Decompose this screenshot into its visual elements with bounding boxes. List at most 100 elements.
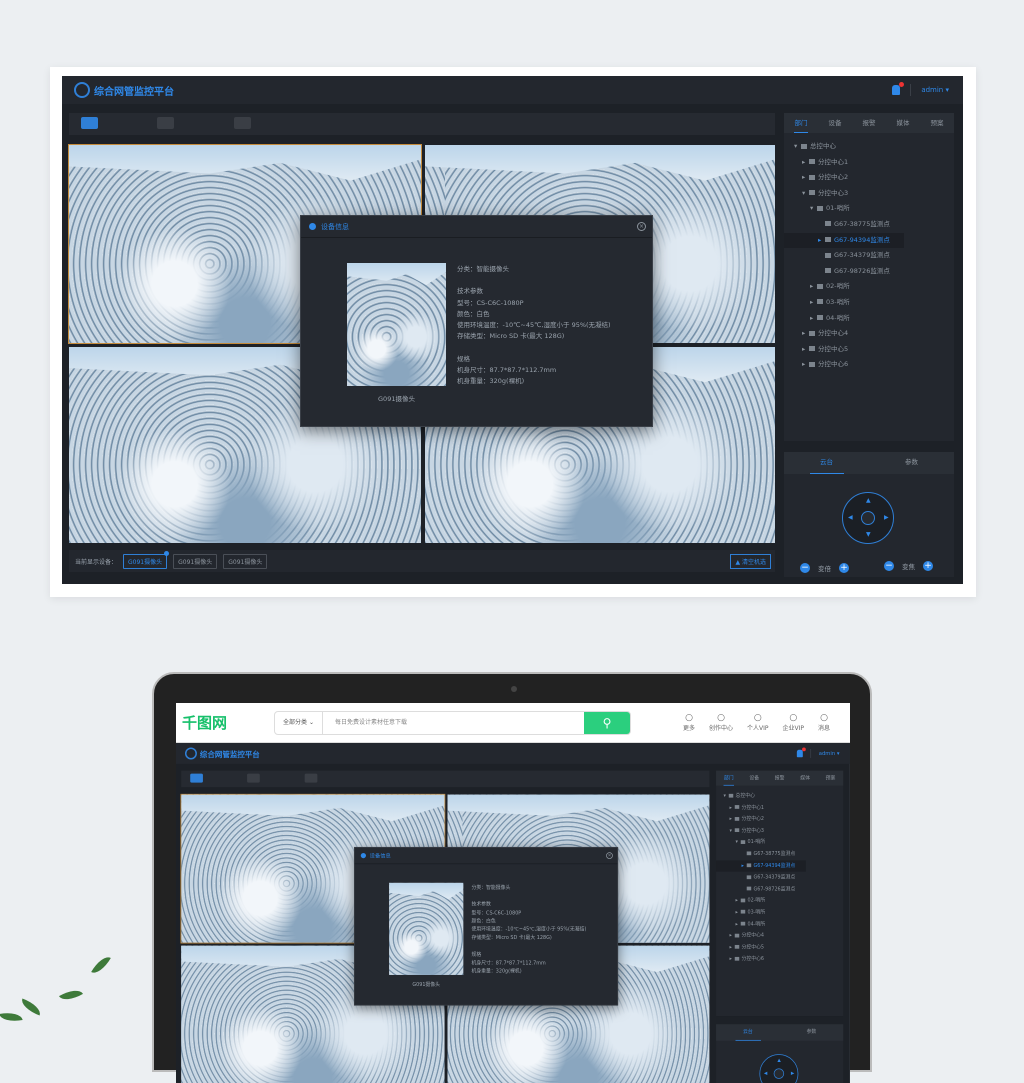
left-arrow-icon[interactable]: ◀ bbox=[848, 514, 853, 521]
layout-single-icon[interactable] bbox=[190, 773, 203, 783]
center-button[interactable] bbox=[773, 1068, 785, 1079]
zoom-in-icon[interactable]: + bbox=[839, 563, 849, 573]
tab-device[interactable]: 设备 bbox=[818, 113, 852, 133]
focus-label: 变焦 bbox=[902, 563, 915, 571]
tab-ptz[interactable]: 云台 bbox=[784, 452, 869, 474]
right-arrow-icon[interactable]: ▶ bbox=[884, 514, 889, 521]
device-chip[interactable]: G091摄像头 bbox=[223, 553, 268, 569]
tree-node[interactable]: ▸ 分控中心6 bbox=[716, 953, 843, 965]
tree-node[interactable]: G67-38775监测点 bbox=[784, 217, 954, 233]
tree-node[interactable]: ▸ 分控中心2 bbox=[784, 170, 954, 186]
down-arrow-icon[interactable]: ▼ bbox=[866, 531, 871, 538]
tree-node[interactable]: ▸ 分控中心1 bbox=[784, 155, 954, 171]
tab-alarm[interactable]: 报警 bbox=[767, 771, 792, 786]
up-arrow-icon[interactable]: ▲ bbox=[866, 497, 871, 504]
left-arrow-icon[interactable]: ◀ bbox=[764, 1071, 767, 1076]
tab-params[interactable]: 参数 bbox=[780, 1024, 844, 1040]
category-label: 全部分类 bbox=[283, 718, 308, 726]
node-label: G67-94394监测点 bbox=[834, 235, 890, 244]
site-logo[interactable]: 千图网 bbox=[182, 712, 274, 733]
node-icon bbox=[734, 956, 740, 961]
close-icon[interactable]: × bbox=[606, 852, 613, 859]
tree-node[interactable]: ▸ G67-94394监测点 bbox=[716, 860, 806, 872]
zoom-label: 变倍 bbox=[818, 565, 831, 573]
username: admin bbox=[921, 86, 944, 94]
tree-node[interactable]: G67-38775监测点 bbox=[716, 848, 843, 860]
tree-node[interactable]: ▸ 04-哨所 bbox=[716, 918, 843, 930]
tree-node[interactable]: ▸ 04-哨所 bbox=[784, 311, 954, 327]
tree-node[interactable]: G67-34379监测点 bbox=[716, 872, 843, 884]
close-icon[interactable]: × bbox=[637, 222, 646, 231]
tree-node[interactable]: ▸ 分控中心6 bbox=[784, 357, 954, 373]
spec-line: 使用环境温度：-10℃~45℃,湿度小于 95%(无凝结) bbox=[471, 926, 587, 933]
preview-card: 综合网管监控平台 admin ▾ 当前显示设备： G091摄像头 G091摄像头… bbox=[50, 67, 976, 597]
spec-line: 颜色：白色 bbox=[471, 917, 496, 924]
ptz-joystick[interactable]: ▲ ▼ ◀ ▶ bbox=[842, 492, 894, 544]
tree-node[interactable]: ▸ 分控中心1 bbox=[716, 802, 843, 814]
node-label: 分控中心1 bbox=[818, 157, 849, 166]
layout-nine-icon[interactable] bbox=[234, 117, 251, 129]
tree-node[interactable]: ▸ 分控中心4 bbox=[784, 326, 954, 342]
up-arrow-icon[interactable]: ▲ bbox=[777, 1058, 780, 1063]
tab-media[interactable]: 媒体 bbox=[886, 113, 920, 133]
category-select[interactable]: 全部分类 ⌄ bbox=[275, 711, 323, 734]
center-button[interactable] bbox=[861, 511, 875, 525]
tab-media[interactable]: 媒体 bbox=[792, 771, 817, 786]
tree-node[interactable]: ▸ 02-哨所 bbox=[784, 279, 954, 295]
site-link[interactable]: ○ 创作中心 bbox=[709, 713, 733, 732]
device-chip[interactable]: G091摄像头 bbox=[123, 550, 170, 569]
tab-device[interactable]: 设备 bbox=[741, 771, 766, 786]
tree-node[interactable]: ▾ 分控中心3 bbox=[784, 186, 954, 202]
user-menu[interactable]: admin ▾ bbox=[921, 86, 949, 94]
tab-params[interactable]: 参数 bbox=[869, 452, 954, 474]
spec-line: 机身尺寸：87.7*87.7*112.7mm bbox=[471, 959, 546, 966]
tree-node[interactable]: ▾ 分控中心3 bbox=[716, 825, 843, 837]
spec-line: 存储类型：Micro SD 卡(最大 128G) bbox=[471, 934, 552, 941]
tree-node[interactable]: ▸ G67-94394监测点 bbox=[784, 232, 904, 249]
tab-plan[interactable]: 预案 bbox=[818, 771, 843, 786]
node-icon bbox=[809, 330, 815, 336]
notification-icon[interactable] bbox=[797, 747, 807, 758]
site-link[interactable]: ○ 企业VIP bbox=[783, 713, 805, 732]
focus-in-icon[interactable]: + bbox=[923, 561, 933, 571]
ptz-joystick[interactable]: ▲ ▼ ◀ ▶ bbox=[759, 1054, 799, 1083]
tree-node[interactable]: ▸ 分控中心5 bbox=[716, 942, 843, 954]
tree-node[interactable]: ▾ 01-哨所 bbox=[716, 837, 843, 849]
site-link[interactable]: ○ 个人VIP bbox=[747, 713, 769, 732]
tab-department[interactable]: 部门 bbox=[784, 113, 818, 133]
right-arrow-icon[interactable]: ▶ bbox=[791, 1071, 794, 1076]
tree-node[interactable]: ▸ 分控中心5 bbox=[784, 342, 954, 358]
node-icon bbox=[734, 816, 740, 821]
layout-quad-icon[interactable] bbox=[247, 773, 260, 783]
tree-node[interactable]: ▾ 01-哨所 bbox=[784, 201, 954, 217]
tree-node[interactable]: ▸ 分控中心2 bbox=[716, 813, 843, 825]
tree-node[interactable]: ▾ 总控中心 bbox=[784, 139, 954, 155]
tab-department[interactable]: 部门 bbox=[716, 771, 741, 786]
node-label: 04-哨所 bbox=[826, 313, 850, 322]
layout-quad-icon[interactable] bbox=[157, 117, 174, 129]
tree-node[interactable]: ▸ 02-哨所 bbox=[716, 895, 843, 907]
user-menu[interactable]: admin ▾ bbox=[819, 750, 840, 756]
search-button[interactable]: ⚲ bbox=[584, 711, 630, 734]
notification-icon[interactable] bbox=[892, 82, 905, 95]
tree-node[interactable]: ▸ 03-哨所 bbox=[784, 295, 954, 311]
layout-nine-icon[interactable] bbox=[304, 773, 318, 783]
tree-node[interactable]: ▾ 总控中心 bbox=[716, 790, 843, 802]
layout-single-icon[interactable] bbox=[81, 117, 98, 129]
tree-node[interactable]: G67-98726监测点 bbox=[716, 883, 843, 895]
site-link[interactable]: ○ 消息 bbox=[818, 713, 830, 732]
site-link[interactable]: ○ 更多 bbox=[683, 713, 695, 732]
tree-node[interactable]: G67-98726监测点 bbox=[784, 264, 954, 280]
node-icon bbox=[809, 190, 815, 196]
tab-ptz[interactable]: 云台 bbox=[716, 1024, 780, 1041]
tab-plan[interactable]: 预案 bbox=[920, 113, 954, 133]
clear-button[interactable]: ▲ 清空机选 bbox=[730, 553, 771, 569]
zoom-out-icon[interactable]: − bbox=[800, 563, 810, 573]
device-chip[interactable]: G091摄像头 bbox=[173, 553, 218, 569]
tree-node[interactable]: G67-34379监测点 bbox=[784, 248, 954, 264]
tab-alarm[interactable]: 报警 bbox=[852, 113, 886, 133]
search-input[interactable]: 每日免费设计素材任意下载 bbox=[323, 712, 584, 734]
tree-node[interactable]: ▸ 03-哨所 bbox=[716, 907, 843, 919]
tree-node[interactable]: ▸ 分控中心4 bbox=[716, 930, 843, 942]
focus-out-icon[interactable]: − bbox=[884, 561, 894, 571]
